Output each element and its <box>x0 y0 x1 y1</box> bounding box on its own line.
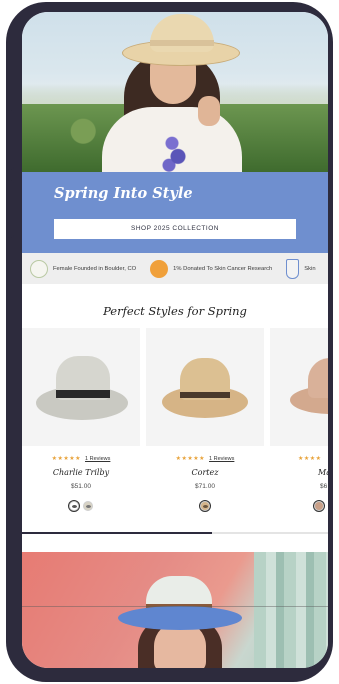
phone-screen: Spring Into Style SHOP 2025 COLLECTION F… <box>22 12 328 668</box>
product-rating: ★★★★ <box>270 455 328 462</box>
shield-badge-icon <box>286 258 300 279</box>
phone-frame: Spring Into Style SHOP 2025 COLLECTION F… <box>6 2 333 682</box>
product-rating: ★★★★★ 1 Reviews <box>22 455 140 462</box>
color-swatch[interactable] <box>314 501 324 511</box>
trust-text: 1% Donated To Skin Cancer Research <box>173 265 273 272</box>
product-image[interactable] <box>146 328 264 446</box>
color-swatch[interactable] <box>83 501 93 511</box>
volume-up-button <box>6 110 14 170</box>
product-name[interactable]: Ma <box>270 468 328 477</box>
product-price: $6 <box>320 483 328 490</box>
product-price: $51.00 <box>71 483 91 490</box>
promo-title: Spring Into Style <box>54 185 193 202</box>
reviews-link[interactable]: 1 Reviews <box>209 456 234 462</box>
product-image[interactable] <box>22 328 140 446</box>
product-price: $71.00 <box>195 483 215 490</box>
shop-collection-button[interactable]: SHOP 2025 COLLECTION <box>54 219 296 239</box>
trust-item: 1% Donated To Skin Cancer Research <box>150 259 273 278</box>
trust-item: Female Founded in Boulder, CO <box>30 259 137 278</box>
product-card-cortez[interactable]: ★★★★★ 1 Reviews Cortez $71.00 <box>146 328 264 523</box>
product-rating: ★★★★★ 1 Reviews <box>146 455 264 462</box>
product-image[interactable] <box>270 328 328 446</box>
carousel-scroll-thumb[interactable] <box>22 532 212 534</box>
promo-banner: Spring Into Style SHOP 2025 COLLECTION <box>22 172 328 253</box>
trust-item: Skin <box>286 258 316 279</box>
star-rating-icon: ★★★★★ <box>51 456 82 462</box>
color-swatch[interactable] <box>69 501 79 511</box>
color-swatches <box>270 501 328 511</box>
reviews-link[interactable]: 1 Reviews <box>85 456 110 462</box>
boulder-badge-icon <box>30 259 48 278</box>
carousel-scrollbar[interactable] <box>22 532 328 534</box>
hero-image <box>22 12 328 172</box>
color-swatches <box>22 501 140 511</box>
color-swatches <box>146 501 264 511</box>
volume-down-button <box>6 180 14 238</box>
product-card-partial[interactable]: ★★★★ Ma $6 <box>270 328 328 523</box>
color-swatch[interactable] <box>200 501 210 511</box>
product-name[interactable]: Cortez <box>146 468 264 477</box>
trust-strip: Female Founded in Boulder, CO 1% Donated… <box>22 253 328 284</box>
section-title: Perfect Styles for Spring <box>103 304 247 318</box>
product-name[interactable]: Charlie Trilby <box>22 468 140 477</box>
skin-cancer-badge-icon <box>150 259 169 278</box>
star-rating-icon: ★★★★★ <box>175 456 206 462</box>
star-rating-icon: ★★★★ <box>298 456 322 462</box>
lifestyle-image <box>22 552 328 668</box>
product-card-charlie-trilby[interactable]: ★★★★★ 1 Reviews Charlie Trilby $51.00 <box>22 328 140 523</box>
trust-text: Female Founded in Boulder, CO <box>53 265 137 272</box>
trust-text: Skin <box>304 265 316 272</box>
